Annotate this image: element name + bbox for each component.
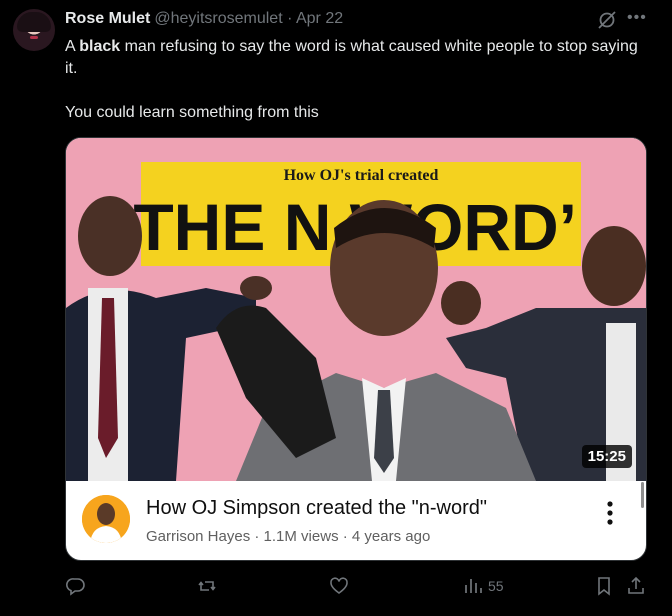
author-handle[interactable]: @heyitsrosemulet (154, 10, 282, 27)
video-duration: 15:25 (581, 445, 632, 468)
channel-name[interactable]: Garrison Hayes (146, 528, 250, 545)
tweet-line-2: You could learn something from this (65, 104, 319, 121)
tweet-text-rest: man refusing to say the word is what cau… (65, 38, 638, 77)
share-button[interactable] (626, 572, 646, 600)
bookmark-icon (598, 577, 610, 596)
avatar-hair (17, 12, 51, 32)
views-count: 55 (488, 578, 504, 594)
meta-separator-1: · (250, 528, 264, 545)
thumbnail-small-title: How OJ's trial created (284, 167, 439, 184)
views-icon (465, 579, 482, 593)
tweet-date[interactable]: Apr 22 (296, 10, 343, 27)
retweet-button[interactable] (197, 572, 217, 600)
youtube-card[interactable]: How OJ's trial created ‘THE N WORD’ 15:2… (65, 137, 647, 561)
channel-avatar-art (82, 495, 130, 543)
grok-icon[interactable] (597, 10, 617, 30)
more-icon[interactable]: ••• (627, 9, 647, 27)
tweet-line-1: A black man refusing to say the word is … (65, 36, 645, 80)
video-thumbnail[interactable]: How OJ's trial created ‘THE N WORD’ (66, 138, 646, 481)
retweet-icon (198, 581, 216, 591)
tweet-text-prefix: A (65, 38, 80, 55)
thumbnail-art: How OJ's trial created ‘THE N WORD’ (66, 138, 646, 481)
like-button[interactable] (329, 572, 349, 600)
header-separator: · (287, 10, 293, 27)
reply-button[interactable] (66, 572, 86, 600)
bookmark-button[interactable] (594, 572, 614, 600)
avatar[interactable] (13, 9, 55, 51)
tweet-text-bold: black (79, 38, 121, 55)
views-button[interactable]: 55 (463, 572, 504, 600)
card-scrollbar[interactable] (641, 482, 644, 508)
tweet-text: A black man refusing to say the word is … (65, 36, 645, 124)
video-age: 4 years ago (351, 528, 431, 545)
meta-separator-2: · (338, 528, 352, 545)
reply-icon (66, 578, 85, 596)
channel-avatar[interactable] (82, 495, 130, 543)
kebab-icon[interactable] (602, 500, 618, 526)
tweet-header: Rose Mulet @heyitsrosemulet · Apr 22 (65, 10, 343, 28)
video-title[interactable]: How OJ Simpson created the "n-word" (146, 497, 487, 520)
tweet-actions: 55 (0, 572, 672, 602)
video-meta: Garrison Hayes · 1.1M views · 4 years ag… (146, 528, 430, 545)
author-name[interactable]: Rose Mulet (65, 10, 150, 27)
view-count: 1.1M views (263, 528, 339, 545)
share-icon (628, 576, 644, 594)
avatar-lips (30, 36, 38, 39)
like-icon (330, 577, 348, 594)
